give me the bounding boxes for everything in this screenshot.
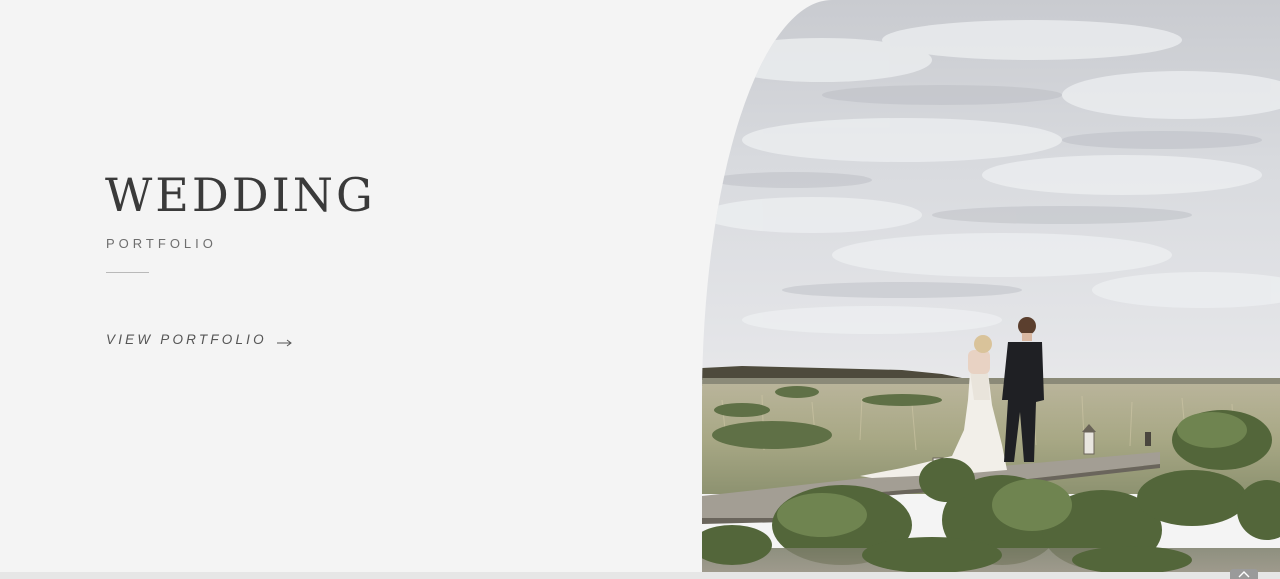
view-portfolio-label: VIEW PORTFOLIO	[106, 332, 267, 347]
page-subtitle: PORTFOLIO	[106, 236, 217, 251]
title-divider	[106, 272, 149, 273]
scroll-to-top-button[interactable]	[1230, 569, 1258, 579]
chevron-up-icon	[1238, 565, 1250, 579]
arrow-right-icon	[276, 335, 293, 346]
view-portfolio-link[interactable]: VIEW PORTFOLIO	[106, 332, 293, 347]
bride-and-groom-photo	[702, 0, 1280, 572]
page-title: WEDDING	[105, 168, 376, 222]
page: WEDDING PORTFOLIO VIEW PORTFOLIO	[0, 0, 1280, 579]
wedding-photo-illustration	[702, 0, 1280, 572]
hero-text-panel: WEDDING PORTFOLIO VIEW PORTFOLIO	[0, 0, 702, 572]
bottom-bar	[0, 572, 1280, 579]
